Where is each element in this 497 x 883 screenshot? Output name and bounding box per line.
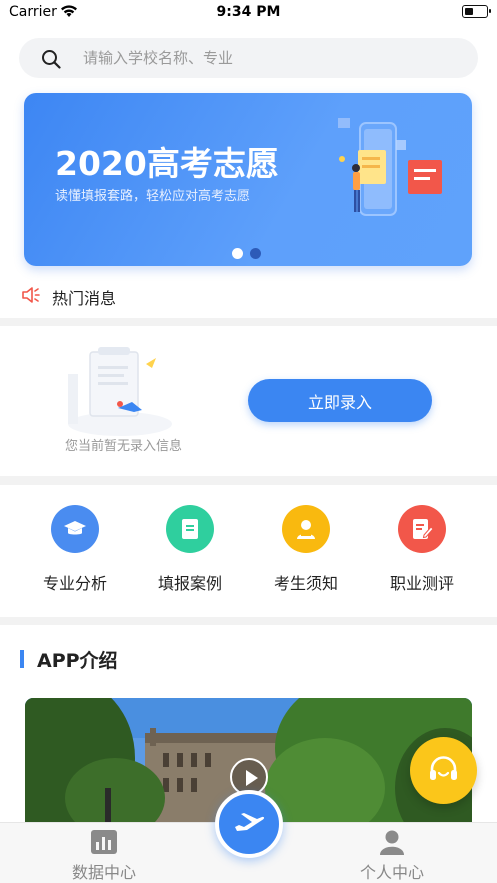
tab-data-center[interactable]: 数据中心	[44, 825, 164, 883]
empty-document-illustration	[68, 347, 172, 436]
phone-illustration	[338, 118, 442, 216]
grid-label: 专业分析	[42, 574, 107, 593]
grid-icon-bg	[51, 505, 99, 553]
grid-icon-bg	[398, 505, 446, 553]
graduation-cap-icon	[64, 521, 86, 535]
grid-label: 填报案例	[157, 574, 222, 593]
status-time: 9:34 PM	[216, 4, 281, 20]
status-bar: Carrier 9:34 PM	[0, 0, 497, 26]
app-intro-title: APP介绍	[37, 650, 118, 672]
record-section: 您当前暂无录入信息 立即录入	[0, 326, 497, 476]
feature-grid: 专业分析 填报案例 考生须知 职业测评	[0, 485, 497, 617]
document-icon	[182, 519, 198, 539]
grid-icon-bg	[282, 505, 330, 553]
customer-support-button[interactable]	[410, 737, 477, 804]
airplane-icon	[235, 813, 265, 831]
headset-icon	[430, 756, 457, 780]
tab-personal-center[interactable]: 个人中心	[332, 825, 452, 883]
banner-pagination[interactable]	[232, 244, 268, 263]
grid-item-major-analysis[interactable]: 专业分析	[20, 505, 130, 600]
enter-now-button[interactable]: 立即录入	[248, 379, 432, 422]
section-accent-bar	[20, 650, 24, 668]
search-input[interactable]	[83, 38, 463, 78]
edit-form-icon	[413, 519, 434, 539]
tab-center-fab[interactable]	[215, 790, 283, 858]
chart-icon	[91, 830, 117, 854]
student-icon	[297, 520, 315, 539]
speaker-icon	[22, 287, 40, 303]
grid-item-filling-cases[interactable]: 填报案例	[135, 505, 245, 600]
tab-label: 个人中心	[359, 863, 424, 882]
battery-icon	[462, 5, 491, 18]
hot-news-row[interactable]: 热门消息	[0, 278, 497, 314]
banner-dot-2[interactable]	[250, 248, 261, 259]
header-section: 2020高考志愿 读懂填报套路，轻松应对高考志愿	[0, 26, 497, 318]
empty-record-text: 您当前暂无录入信息	[65, 439, 183, 454]
banner-subtitle: 读懂填报套路，轻松应对高考志愿	[55, 189, 251, 204]
banner-title: 2020高考志愿	[55, 144, 279, 183]
promo-banner[interactable]: 2020高考志愿 读懂填报套路，轻松应对高考志愿	[24, 93, 472, 266]
tab-label: 数据中心	[71, 863, 136, 882]
grid-item-career-test[interactable]: 职业测评	[367, 505, 477, 600]
search-icon	[42, 50, 61, 69]
hot-news-label: 热门消息	[52, 289, 117, 308]
grid-icon-bg	[166, 505, 214, 553]
grid-item-exam-notice[interactable]: 考生须知	[251, 505, 361, 600]
grid-label: 考生须知	[273, 574, 338, 593]
grid-label: 职业测评	[389, 574, 454, 593]
banner-dot-1[interactable]	[232, 248, 243, 259]
person-icon	[380, 830, 404, 855]
search-bar[interactable]	[19, 38, 478, 78]
